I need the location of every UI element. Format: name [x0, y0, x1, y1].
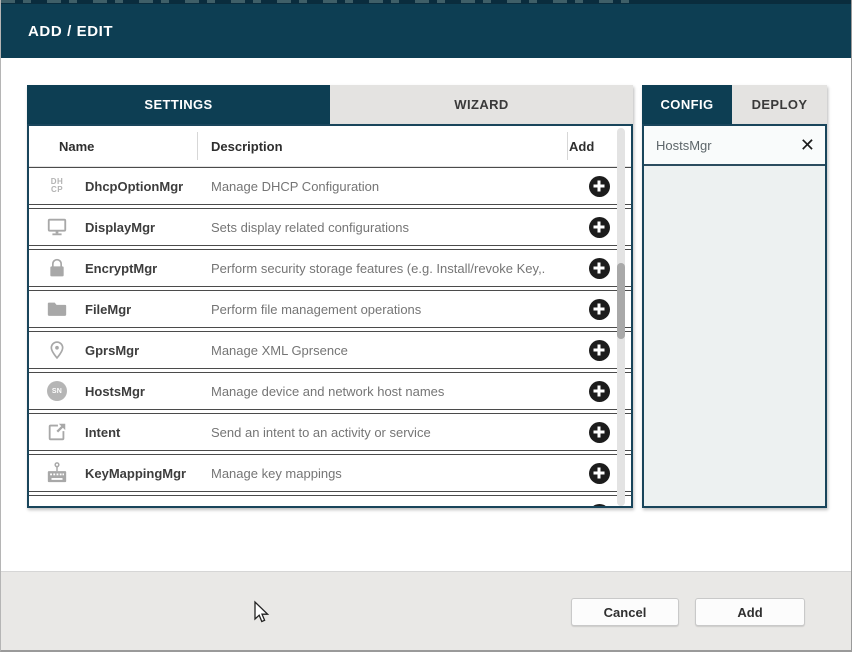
row-name: FileMgr [85, 301, 132, 317]
table-row: KeyMappingMgr Manage key mappings [29, 454, 631, 492]
tab-settings[interactable]: SETTINGS [27, 85, 330, 124]
config-item-label: HostsMgr [656, 137, 712, 153]
left-tabbar: SETTINGS WIZARD [27, 85, 633, 124]
add-row-icon[interactable] [588, 339, 610, 361]
row-description: Manage device and network host names [211, 383, 445, 399]
table-scrollbar-track[interactable] [617, 128, 625, 506]
row-description: Manage XML Gprsence [211, 342, 348, 358]
tab-config-label: CONFIG [660, 97, 714, 112]
license-icon [29, 503, 85, 506]
row-description: Perform security storage features (e.g. … [211, 260, 546, 276]
right-tabbar: CONFIG DEPLOY [642, 85, 827, 124]
add-row-icon[interactable] [588, 298, 610, 320]
add-row-icon[interactable] [588, 175, 610, 197]
table-scrollbar-thumb[interactable] [617, 263, 625, 339]
table-row: DH CP DhcpOptionMgr Manage DHCP Configura… [29, 167, 631, 205]
row-name: EncryptMgr [85, 260, 158, 276]
row-name: Intent [85, 424, 121, 440]
dialog-title: ADD / EDIT [28, 22, 114, 40]
cancel-button[interactable]: Cancel [571, 598, 679, 626]
add-row-icon[interactable] [588, 462, 610, 484]
add-row-icon[interactable] [588, 503, 610, 506]
tab-wizard[interactable]: WIZARD [330, 85, 633, 124]
add-row-icon[interactable] [588, 421, 610, 443]
settings-table-panel: Name Description Add DH CP DhcpOptionMgr … [27, 124, 633, 508]
sn-circle-icon: SN [29, 381, 85, 401]
tab-deploy-label: DEPLOY [751, 97, 808, 112]
row-description: Sets display related configurations [211, 219, 410, 235]
tab-config[interactable]: CONFIG [642, 85, 732, 124]
header-divider [197, 132, 198, 160]
row-name: DhcpOptionMgr [85, 178, 184, 194]
lock-icon [29, 258, 85, 278]
row-name: GprsMgr [85, 342, 140, 358]
table-row: Intent Send an intent to an activity or … [29, 413, 631, 451]
keyboard-icon [29, 461, 85, 485]
tab-wizard-label: WIZARD [454, 97, 509, 112]
config-panel: HostsMgr ✕ [642, 124, 827, 508]
row-description: Manage key mappings [211, 465, 342, 481]
row-name: DisplayMgr [85, 219, 156, 235]
table-row: SN HostsMgr Manage device and network ho… [29, 372, 631, 410]
column-header-name: Name [59, 138, 95, 154]
row-description: Perform file management operations [211, 301, 422, 317]
table-header: Name Description Add [29, 126, 631, 167]
add-button[interactable]: Add [695, 598, 805, 626]
add-row-icon[interactable] [588, 216, 610, 238]
row-name: KeyMappingMgr [85, 465, 187, 481]
row-description: Perform license management operations [207, 507, 567, 509]
add-row-icon[interactable] [588, 257, 610, 279]
row-name: HostsMgr [85, 383, 145, 399]
table-row: GprsMgr Manage XML Gprsence [29, 331, 631, 369]
table-row: EncryptMgr Perform security storage feat… [29, 249, 631, 287]
column-header-description: Description [211, 138, 283, 154]
folder-icon [29, 298, 85, 320]
location-pin-icon [29, 339, 85, 361]
display-icon [29, 216, 85, 238]
table-row: LicenseMgr Perform license management op… [29, 495, 631, 509]
table-row: FileMgr Perform file management operatio… [29, 290, 631, 328]
row-description: Send an intent to an activity or service [211, 424, 431, 440]
table-rows: DH CP DhcpOptionMgr Manage DHCP Configura… [29, 167, 631, 509]
dialog-header: ADD / EDIT [1, 4, 851, 58]
config-item-hostsmgr: HostsMgr ✕ [644, 126, 825, 166]
dhcp-text-icon: DH CP [50, 177, 64, 194]
table-row: DisplayMgr Sets display related configur… [29, 208, 631, 246]
share-icon [29, 421, 85, 443]
close-icon[interactable]: ✕ [790, 136, 825, 154]
dialog-footer: Cancel Add [1, 571, 851, 650]
add-row-icon[interactable] [588, 380, 610, 402]
row-description: Manage DHCP Configuration [211, 178, 380, 194]
row-name: LicenseMgr [85, 507, 207, 509]
tab-settings-label: SETTINGS [144, 97, 213, 112]
tab-deploy[interactable]: DEPLOY [732, 85, 827, 124]
header-divider [567, 132, 568, 160]
add-edit-dialog: ADD / EDIT SETTINGS WIZARD CONFIG DEPLOY… [0, 0, 852, 652]
